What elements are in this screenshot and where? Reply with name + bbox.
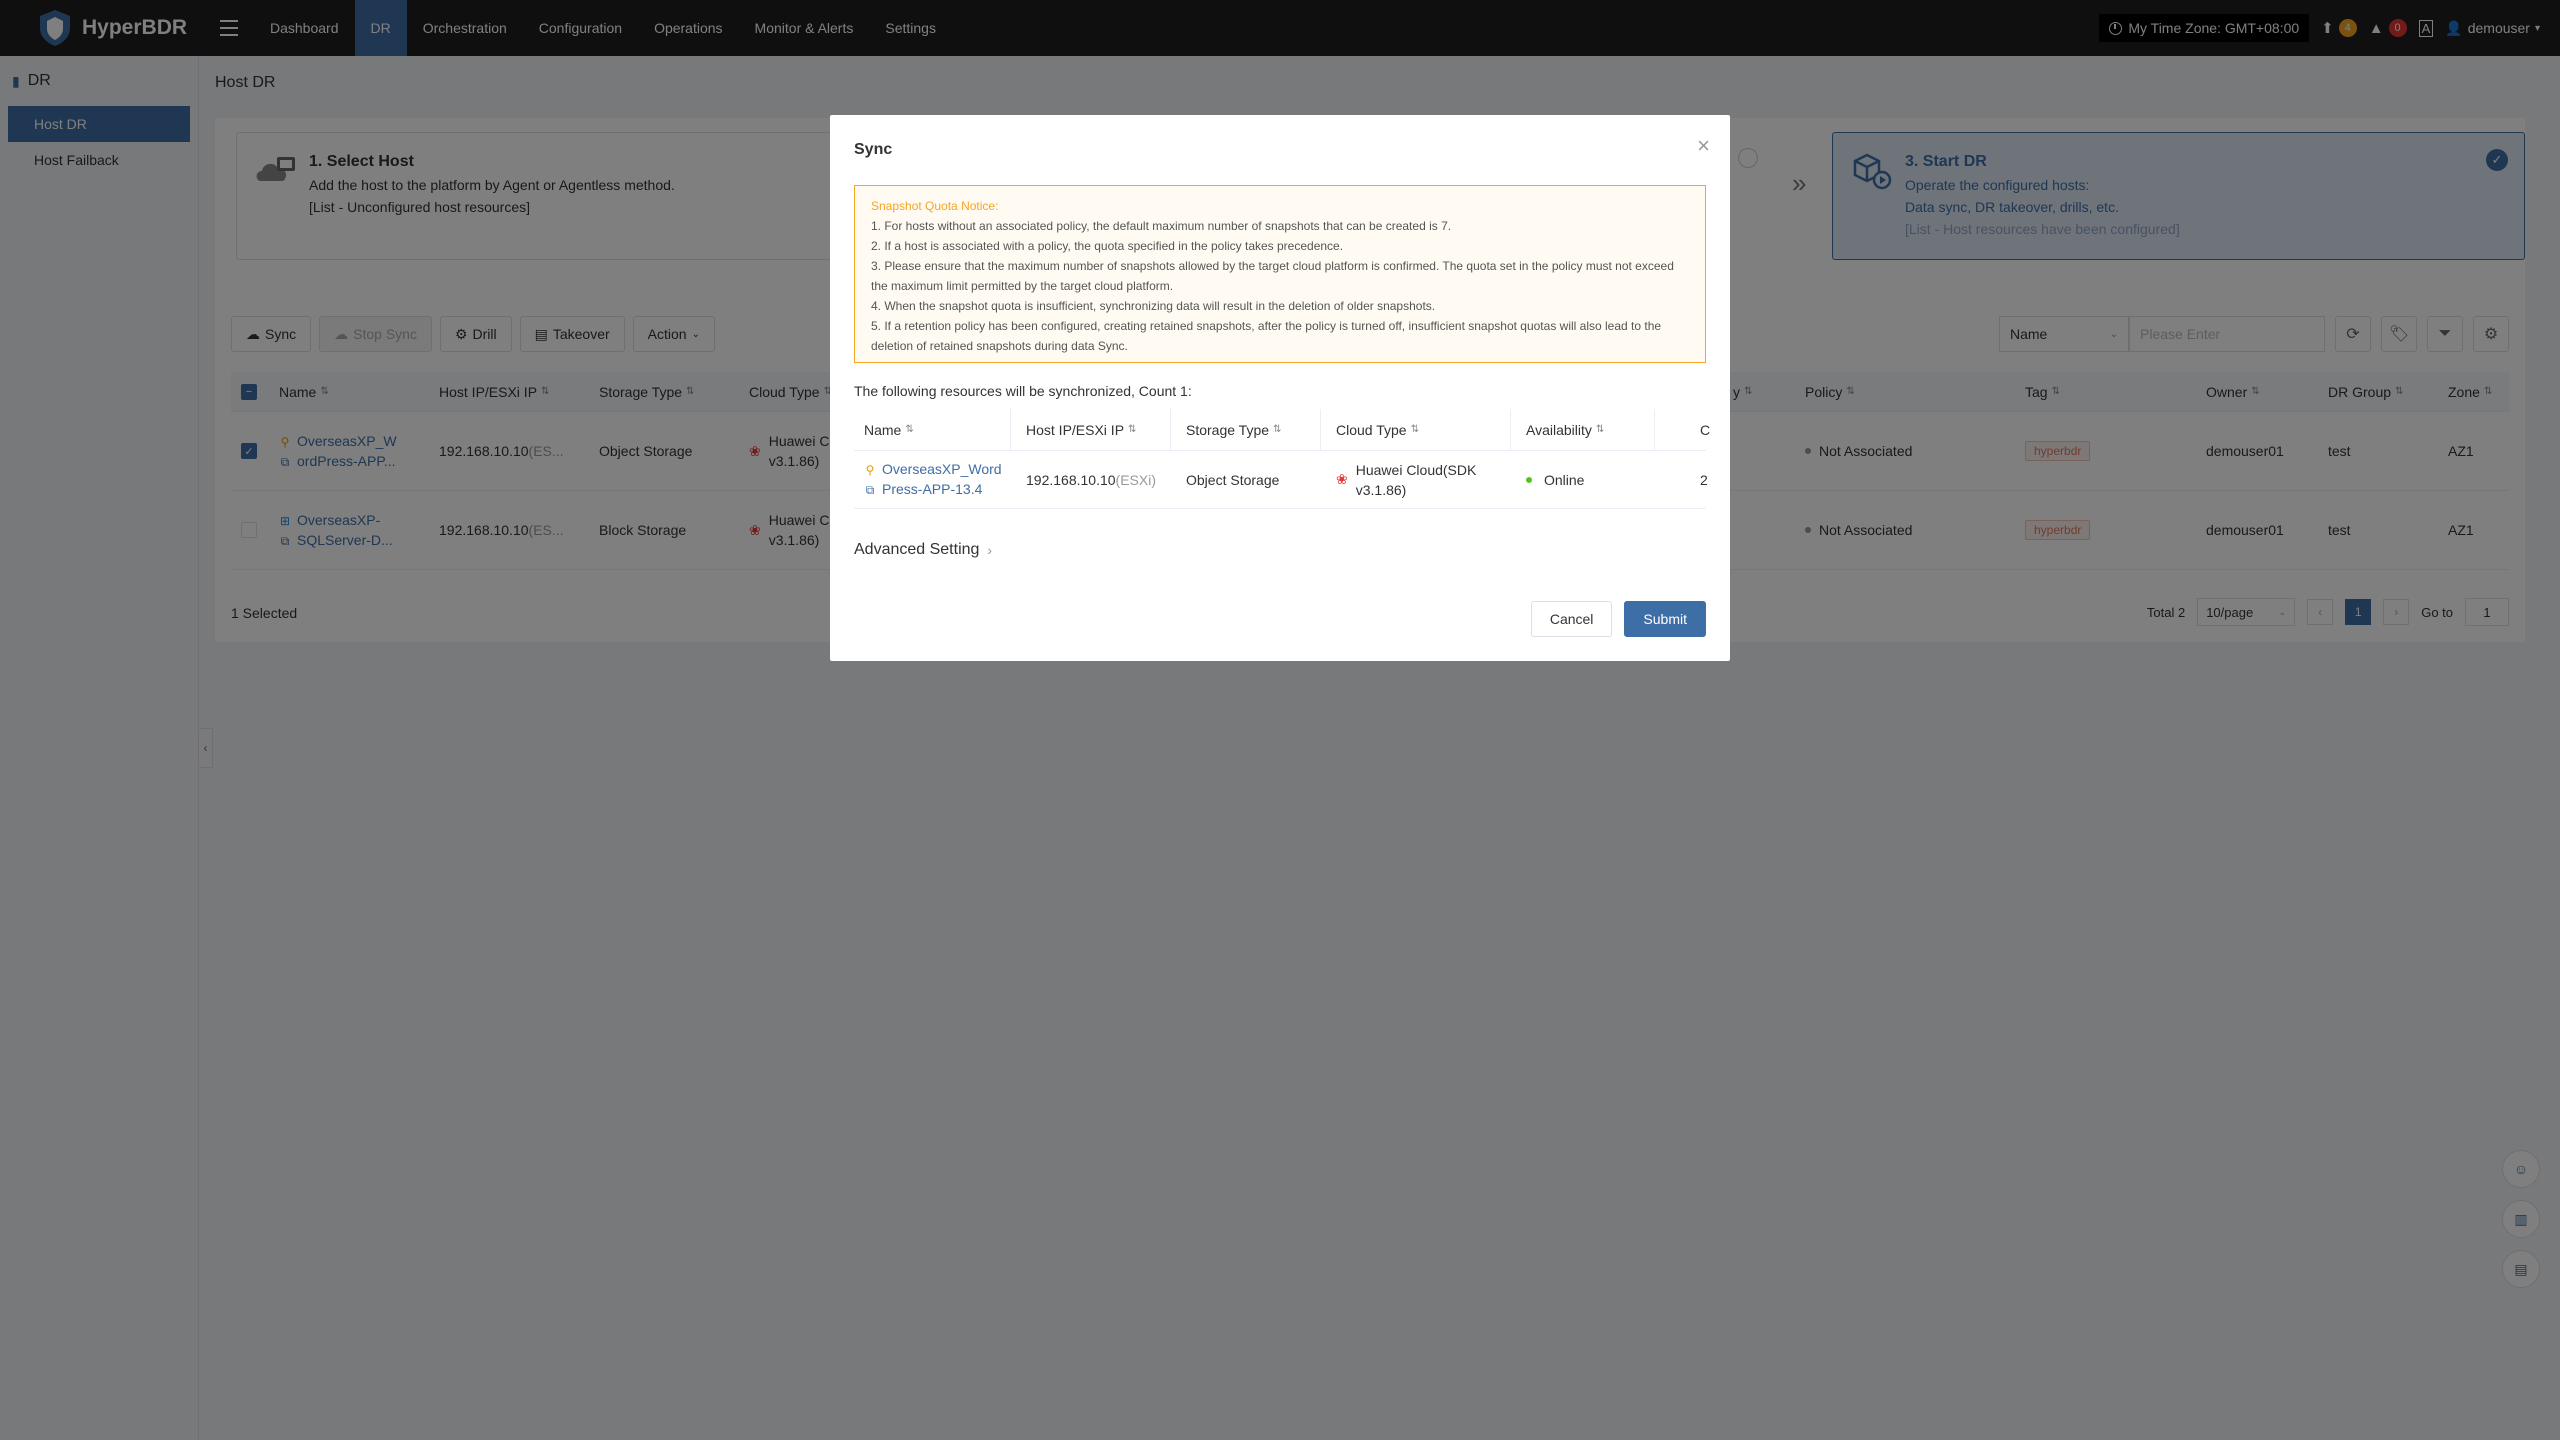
- resource-more: 2: [1700, 471, 1708, 488]
- cancel-button[interactable]: Cancel: [1530, 601, 1613, 637]
- huawei-logo-icon: ❀: [1336, 471, 1348, 487]
- resource-count-text: The following resources will be synchron…: [854, 383, 1192, 399]
- sort-icon: ⇅: [1410, 424, 1419, 435]
- sort-icon: ⇅: [1595, 424, 1605, 435]
- dcol-more: C: [1700, 421, 1711, 438]
- dialog-table-header: Name ⇅ Host IP/ESXi IP ⇅ Storage Type ⇅ Clo…: [854, 409, 1710, 451]
- dialog-resource-table: Name ⇅ Host IP/ESXi IP ⇅ Storage Type ⇅ Clo…: [854, 409, 1710, 509]
- resource-cloud: Huawei Cloud(SDK: [1355, 461, 1477, 478]
- dcol-availability[interactable]: Availability ⇅: [1526, 409, 1604, 450]
- sort-icon: ⇅: [905, 424, 914, 435]
- vm-icon: ⧉: [865, 483, 875, 497]
- dcol-name[interactable]: Name ⇅: [864, 409, 914, 450]
- resource-storage: Object Storage: [1186, 471, 1280, 488]
- resource-ip-suffix: (ESXi): [1115, 471, 1156, 488]
- dialog-table-row[interactable]: ⚲ OverseasXP_Word ⧉ Press-APP-13.4 192.168…: [854, 451, 1708, 509]
- linux-icon: ⚲: [865, 463, 875, 477]
- snapshot-quota-notice: Snapshot Quota Notice: 1. For hosts with…: [854, 185, 1706, 363]
- resource-name-link[interactable]: OverseasXP_Word: [882, 461, 1002, 477]
- dcol-cloud[interactable]: Cloud Type ⇅: [1336, 409, 1419, 450]
- close-icon[interactable]: ×: [1697, 133, 1710, 159]
- advanced-setting-label: Advanced Setting: [854, 541, 980, 558]
- dialog-title: Sync: [854, 141, 893, 158]
- notice-line: 3. Please ensure that the maximum number…: [871, 259, 1674, 293]
- resource-ip: 192.168.10.10: [1026, 471, 1116, 488]
- notice-line: 5. If a retention policy has been config…: [871, 319, 1662, 353]
- sort-icon: ⇅: [1128, 424, 1137, 435]
- submit-button[interactable]: Submit: [1624, 601, 1706, 637]
- notice-line: 2. If a host is associated with a policy…: [871, 239, 1344, 253]
- dialog-footer: Cancel Submit: [1530, 601, 1706, 637]
- resource-cloud-version: v3.1.86): [1355, 481, 1407, 498]
- sort-icon: ⇅: [1273, 424, 1282, 435]
- advanced-setting-toggle[interactable]: Advanced Setting ›: [854, 541, 992, 559]
- sync-dialog: Sync × Snapshot Quota Notice: 1. For hos…: [830, 115, 1730, 661]
- notice-line: 4. When the snapshot quota is insufficie…: [871, 299, 1436, 313]
- dcol-ip[interactable]: Host IP/ESXi IP ⇅: [1026, 409, 1136, 450]
- dcol-storage[interactable]: Storage Type ⇅: [1186, 409, 1281, 450]
- online-status-dot: [1526, 476, 1532, 483]
- chevron-right-icon: ›: [987, 542, 993, 558]
- resource-availability: Online: [1544, 471, 1585, 488]
- notice-line: 1. For hosts without an associated polic…: [871, 219, 1452, 233]
- resource-name-link-cont[interactable]: Press-APP-13.4: [882, 481, 982, 497]
- notice-title: Snapshot Quota Notice:: [871, 199, 999, 213]
